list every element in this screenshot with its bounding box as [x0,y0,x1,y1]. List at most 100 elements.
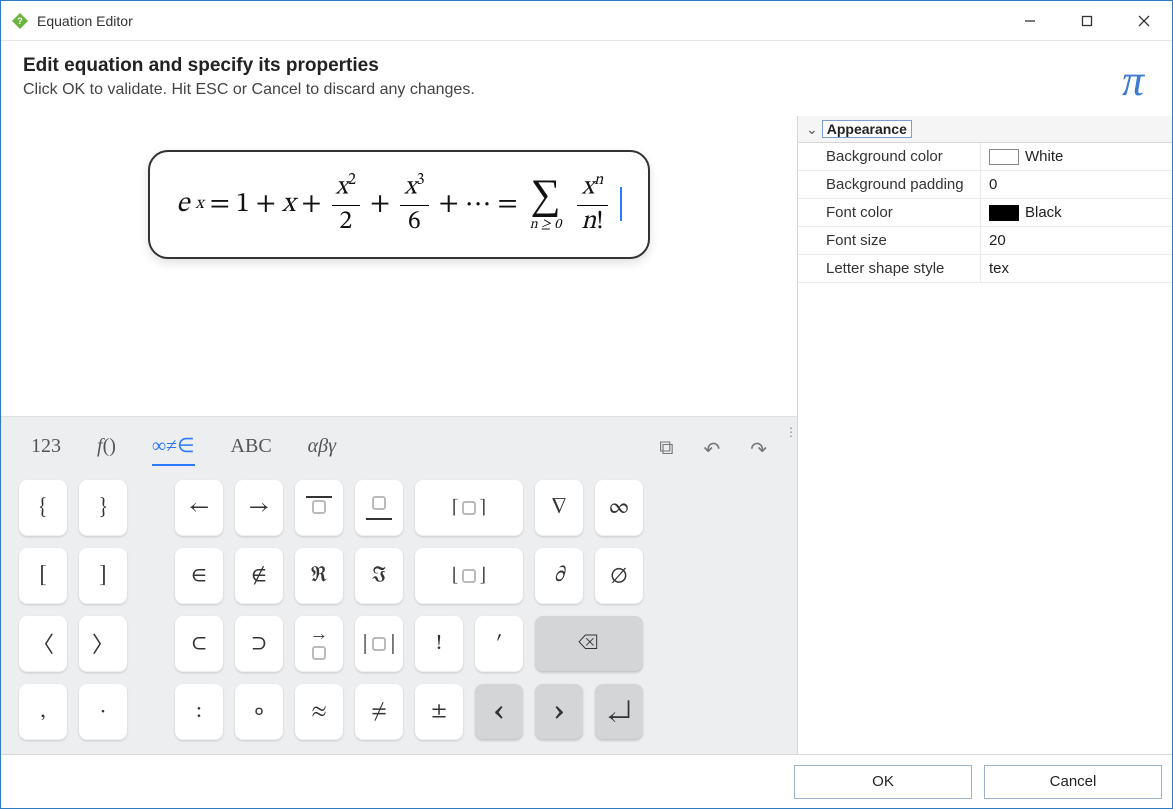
dialog-footer: OK Cancel [1,754,1172,808]
key-supset[interactable]: ⊃ [235,616,283,672]
minimize-button[interactable] [1001,1,1058,41]
key-overline[interactable] [295,480,343,536]
prop-value[interactable]: White [980,143,1172,170]
key-approx[interactable]: ≈ [295,684,343,740]
properties-panel: ⌄ Appearance Background colorWhiteBackgr… [797,116,1172,754]
prop-row[interactable]: Font color Black [798,199,1172,227]
titlebar: ? Equation Editor [1,1,1172,41]
key-lbrace[interactable]: { [19,480,67,536]
kbd-undo-icon[interactable]: ↶ [703,437,720,462]
kbd-tab-symbols[interactable]: ∞≠∈ [152,433,195,466]
prop-row[interactable]: Background padding0 [798,171,1172,199]
pi-icon: π [1122,55,1150,106]
kbd-tab-greek[interactable]: αβγ [308,435,336,464]
maximize-button[interactable] [1058,1,1115,41]
equation-preview[interactable]: ex = 1 + x + x2 2 + x3 [1,116,797,416]
key-prime[interactable]: ′ [475,616,523,672]
prop-value-text: tex [989,260,1009,277]
key-cdot[interactable]: · [79,684,127,740]
prompt-heading: Edit equation and specify its properties [23,55,475,77]
window-title: Equation Editor [37,13,133,29]
key-abs[interactable]: || [355,616,403,672]
key-emptyset[interactable]: ∅ [595,548,643,604]
key-vec[interactable]: → [295,616,343,672]
key-neq[interactable]: ≠ [355,684,403,740]
symbol-keyboard: ⋮ 123 f() ∞≠∈ ABC αβγ ⧉ ↶ ↷ { [1,416,797,754]
prop-value-text: 0 [989,176,997,193]
eq-tok-1: 1 [236,187,250,222]
key-ceil[interactable]: ⌈⌉ [415,480,523,536]
eq-tok-plus4: + [439,187,459,222]
prop-value-text: 20 [989,232,1006,249]
key-floor[interactable]: ⌊⌋ [415,548,523,604]
key-infty[interactable]: ∞ [595,480,643,536]
key-re[interactable]: ℜ [295,548,343,604]
key-comma[interactable]: , [19,684,67,740]
eq-tok-ex: x [195,194,203,215]
keyboard-drag-handle[interactable]: ⋮ [785,425,795,443]
app-icon: ? [11,12,29,30]
key-notin[interactable]: ∉ [235,548,283,604]
key-partial[interactable]: ∂ [535,548,583,604]
key-subset[interactable]: ⊂ [175,616,223,672]
key-nabla[interactable]: ∇ [535,480,583,536]
eq-tok-e: e [176,187,189,222]
prompt-sub: Click OK to validate. Hit ESC or Cancel … [23,81,475,99]
key-underline[interactable] [355,480,403,536]
kbd-copy-icon[interactable]: ⧉ [659,437,673,462]
prop-value-text: Black [1025,204,1062,221]
kbd-redo-icon[interactable]: ↷ [750,437,767,462]
ok-button[interactable]: OK [794,765,972,799]
prop-value[interactable]: tex [980,255,1172,282]
key-prev[interactable]: ‹ [475,684,523,740]
chevron-down-icon: ⌄ [806,121,818,138]
kbd-tab-numbers[interactable]: 123 [31,435,61,464]
key-next[interactable]: › [535,684,583,740]
prop-value-text: White [1025,148,1063,165]
svg-text:?: ? [17,16,23,26]
prop-label: Font color [798,199,980,226]
key-left[interactable]: ← [175,480,223,536]
header-prompt: Edit equation and specify its properties… [1,41,1172,116]
key-rbrace[interactable]: } [79,480,127,536]
section-title: Appearance [822,120,912,138]
eq-tok-eq: = [210,187,230,222]
key-in[interactable]: ∈ [175,548,223,604]
section-header-appearance[interactable]: ⌄ Appearance [798,116,1172,143]
kbd-tab-latin[interactable]: ABC [231,435,272,464]
key-right[interactable]: → [235,480,283,536]
prop-row[interactable]: Background color White [798,143,1172,171]
eq-tok-eq2: = [497,187,517,222]
key-colon[interactable]: : [175,684,223,740]
prop-label: Letter shape style [798,255,980,282]
cancel-button[interactable]: Cancel [984,765,1162,799]
key-langle[interactable]: 〈 [19,616,67,672]
prop-value[interactable]: Black [980,199,1172,226]
color-swatch [989,205,1019,221]
eq-tok-plus2: + [301,187,321,222]
eq-tok-dots: ⋯ [465,187,492,222]
key-rangle[interactable]: 〉 [79,616,127,672]
kbd-tab-functions[interactable]: f() [97,435,116,464]
prop-row[interactable]: Letter shape style tex [798,255,1172,283]
key-enter[interactable]: ↵ [595,684,643,740]
equation-card[interactable]: ex = 1 + x + x2 2 + x3 [148,150,649,259]
key-im[interactable]: ℑ [355,548,403,604]
prop-row[interactable]: Font size20 [798,227,1172,255]
eq-frac-x3-6: x3 6 [400,170,428,239]
key-pm[interactable]: ± [415,684,463,740]
eq-tok-x1: x [282,187,295,222]
eq-frac-x2-2: x2 2 [332,170,360,239]
color-swatch [989,149,1019,165]
key-rbracket[interactable]: ] [79,548,127,604]
prop-label: Background color [798,143,980,170]
prop-value[interactable]: 20 [980,227,1172,254]
key-excl[interactable]: ! [415,616,463,672]
close-button[interactable] [1115,1,1172,41]
eq-sum: ∑ n ≥ 0 [530,174,562,234]
prop-value[interactable]: 0 [980,171,1172,198]
eq-tok-plus1: + [256,187,276,222]
key-circ[interactable]: ∘ [235,684,283,740]
key-lbracket[interactable]: [ [19,548,67,604]
key-backspace[interactable]: ⌫ [535,616,643,672]
